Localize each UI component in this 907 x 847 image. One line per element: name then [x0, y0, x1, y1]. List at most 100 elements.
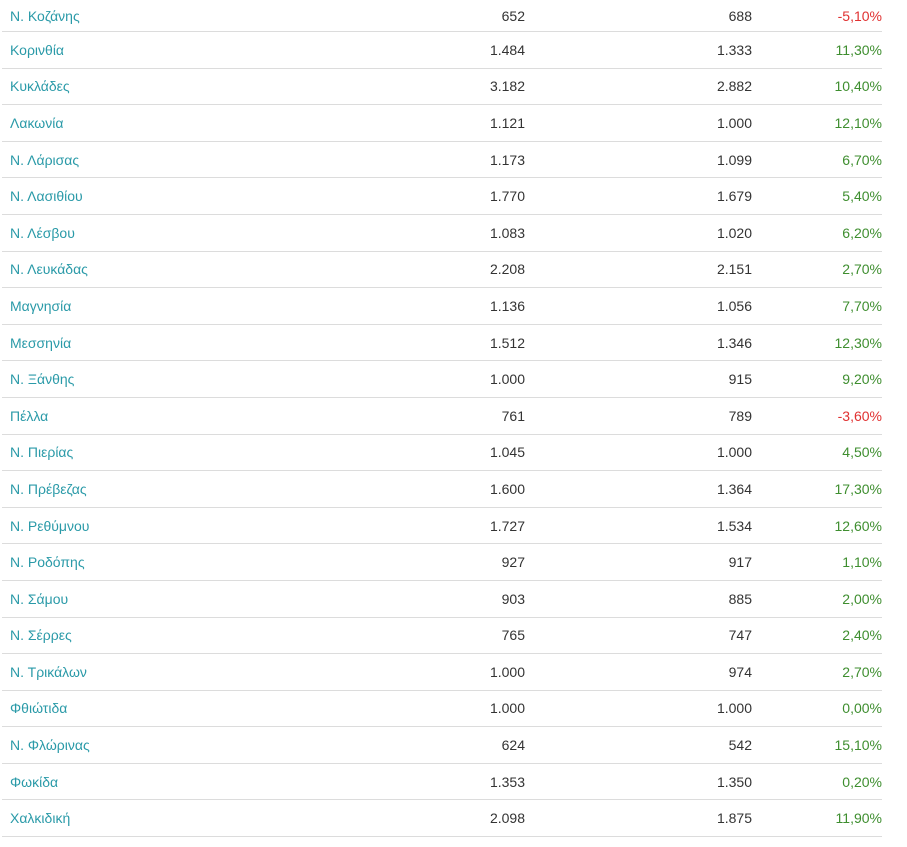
region-link[interactable]: Ν. Ξάνθης: [10, 361, 74, 397]
change-percent: 9,20%: [842, 371, 882, 388]
table-row: Ν. Ξάνθης 1.000 915 9,20%: [2, 361, 882, 398]
table-row: Λακωνία 1.121 1.000 12,10%: [2, 105, 882, 142]
value-current: 624: [501, 737, 525, 754]
table-row: Ν. Σάμου 903 885 2,00%: [2, 581, 882, 618]
change-percent: 10,40%: [834, 78, 882, 95]
value-previous: 1.333: [716, 41, 752, 58]
change-percent: -3,60%: [837, 407, 882, 424]
table-row: Μεσσηνία 1.512 1.346 12,30%: [2, 325, 882, 362]
value-previous: 789: [728, 407, 752, 424]
change-percent: 17,30%: [834, 480, 882, 497]
table-row: Μαγνησία 1.136 1.056 7,70%: [2, 288, 882, 325]
region-link[interactable]: Ν. Πρέβεζας: [10, 471, 87, 507]
table-row: Κορινθία 1.484 1.333 11,30%: [2, 32, 882, 69]
change-percent: 0,20%: [842, 773, 882, 790]
change-percent: 12,60%: [834, 517, 882, 534]
value-current: 2.098: [489, 810, 525, 827]
table-row: Ν. Πιερίας 1.045 1.000 4,50%: [2, 435, 882, 472]
value-previous: 1.000: [716, 444, 752, 461]
value-current: 1.045: [489, 444, 525, 461]
region-link[interactable]: Φωκίδα: [10, 764, 58, 800]
value-previous: 1.056: [716, 297, 752, 314]
value-current: 1.000: [489, 371, 525, 388]
table-row: Ν. Τρικάλων 1.000 974 2,70%: [2, 654, 882, 691]
region-link[interactable]: Λακωνία: [10, 105, 63, 141]
region-link[interactable]: Ν. Πιερίας: [10, 435, 73, 471]
table-row: Ν. Σέρρες 765 747 2,40%: [2, 618, 882, 655]
region-link[interactable]: Ν. Λασιθίου: [10, 178, 83, 214]
value-current: 1.173: [489, 151, 525, 168]
region-link[interactable]: Φθιώτιδα: [10, 691, 67, 727]
table-row: Ν. Πρέβεζας 1.600 1.364 17,30%: [2, 471, 882, 508]
value-current: 3.182: [489, 78, 525, 95]
change-percent: -5,10%: [837, 7, 882, 24]
table-row: Ν. Ροδόπης 927 917 1,10%: [2, 544, 882, 581]
region-link[interactable]: Ν. Ροδόπης: [10, 544, 85, 580]
change-percent: 5,40%: [842, 188, 882, 205]
prices-table: Ν. Κοζάνης 652 688 -5,10% Κορινθία 1.484 1.333…: [0, 0, 907, 838]
table-row: Ν. Λευκάδας 2.208 2.151 2,70%: [2, 252, 882, 289]
value-current: 652: [501, 7, 525, 24]
change-percent: 7,70%: [842, 297, 882, 314]
table-row: Πέλλα 761 789 -3,60%: [2, 398, 882, 435]
value-previous: 1.534: [716, 517, 752, 534]
value-current: 1.000: [489, 663, 525, 680]
change-percent: 6,70%: [842, 151, 882, 168]
table-row: Ν. Λέσβου 1.083 1.020 6,20%: [2, 215, 882, 252]
table-row: Ν. Λασιθίου 1.770 1.679 5,40%: [2, 178, 882, 215]
value-current: 1.484: [489, 41, 525, 58]
value-previous: 747: [728, 627, 752, 644]
table-row: Ν. Λάρισας 1.173 1.099 6,70%: [2, 142, 882, 179]
region-link[interactable]: Ν. Σάμου: [10, 581, 68, 617]
region-link[interactable]: Ν. Φλώρινας: [10, 727, 90, 763]
value-current: 1.083: [489, 224, 525, 241]
change-percent: 6,20%: [842, 224, 882, 241]
value-current: 1.600: [489, 480, 525, 497]
value-previous: 915: [728, 371, 752, 388]
value-current: 1.353: [489, 773, 525, 790]
change-percent: 12,10%: [834, 114, 882, 131]
region-link[interactable]: Ν. Ρεθύμνου: [10, 508, 89, 544]
region-link[interactable]: Χαλκιδική: [10, 800, 70, 836]
region-link[interactable]: Κυκλάδες: [10, 69, 70, 105]
value-previous: 1.346: [716, 334, 752, 351]
value-previous: 885: [728, 590, 752, 607]
value-current: 765: [501, 627, 525, 644]
region-link[interactable]: Ν. Λάρισας: [10, 142, 79, 178]
value-previous: 1.679: [716, 188, 752, 205]
change-percent: 2,00%: [842, 590, 882, 607]
table-row: Ν. Ρεθύμνου 1.727 1.534 12,60%: [2, 508, 882, 545]
region-link[interactable]: Ν. Τρικάλων: [10, 654, 87, 690]
change-percent: 4,50%: [842, 444, 882, 461]
table-row: Κυκλάδες 3.182 2.882 10,40%: [2, 69, 882, 106]
value-previous: 917: [728, 554, 752, 571]
value-previous: 688: [728, 7, 752, 24]
value-current: 1.136: [489, 297, 525, 314]
region-link[interactable]: Ν. Κοζάνης: [10, 0, 80, 31]
value-previous: 1.350: [716, 773, 752, 790]
region-link[interactable]: Κορινθία: [10, 32, 64, 68]
value-previous: 2.151: [716, 261, 752, 278]
value-current: 1.121: [489, 114, 525, 131]
region-link[interactable]: Μεσσηνία: [10, 325, 71, 361]
region-link[interactable]: Ν. Λευκάδας: [10, 252, 88, 288]
table-row: Φωκίδα 1.353 1.350 0,20%: [2, 764, 882, 801]
region-link[interactable]: Ν. Σέρρες: [10, 618, 72, 654]
value-current: 761: [501, 407, 525, 424]
region-link[interactable]: Πέλλα: [10, 398, 48, 434]
change-percent: 11,90%: [835, 810, 882, 827]
table-row: Ν. Κοζάνης 652 688 -5,10%: [2, 0, 882, 32]
value-previous: 1.000: [716, 700, 752, 717]
value-current: 927: [501, 554, 525, 571]
value-current: 1.000: [489, 700, 525, 717]
region-link[interactable]: Ν. Λέσβου: [10, 215, 75, 251]
value-current: 2.208: [489, 261, 525, 278]
value-previous: 1.875: [716, 810, 752, 827]
change-percent: 2,70%: [842, 663, 882, 680]
region-link[interactable]: Μαγνησία: [10, 288, 71, 324]
change-percent: 15,10%: [834, 737, 882, 754]
value-previous: 542: [728, 737, 752, 754]
value-current: 903: [501, 590, 525, 607]
value-current: 1.727: [489, 517, 525, 534]
value-previous: 974: [728, 663, 752, 680]
